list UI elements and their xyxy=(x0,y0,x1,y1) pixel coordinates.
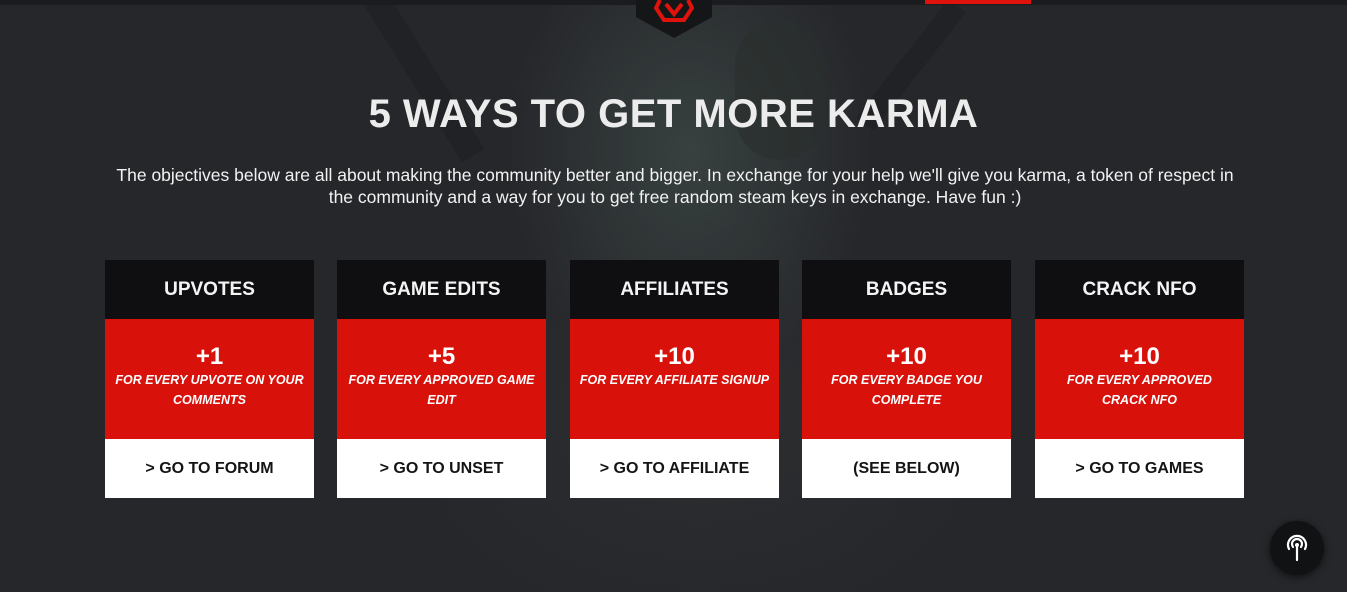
card-description: FOR EVERY BADGE YOU COMPLETE xyxy=(831,373,982,407)
hex-logo-icon[interactable] xyxy=(646,0,702,24)
go-to-forum-link[interactable]: > GO TO FORUM xyxy=(105,439,314,498)
broadcast-icon xyxy=(1286,534,1308,562)
card-title: CRACK NFO xyxy=(1035,260,1244,319)
intro-text: The objectives below are all about makin… xyxy=(116,165,1234,207)
go-to-games-link[interactable]: > GO TO GAMES xyxy=(1035,439,1244,498)
card-reward: +10 FOR EVERY AFFILIATE SIGNUP xyxy=(570,319,779,439)
card-game-edits: GAME EDITS +5 FOR EVERY APPROVED GAME ED… xyxy=(337,260,546,498)
go-to-unset-link[interactable]: > GO TO UNSET xyxy=(337,439,546,498)
card-reward: +10 FOR EVERY BADGE YOU COMPLETE xyxy=(802,319,1011,439)
active-nav-indicator xyxy=(925,0,1031,4)
see-below-link[interactable]: (SEE BELOW) xyxy=(802,439,1011,498)
background-soldier xyxy=(735,20,825,160)
card-reward: +5 FOR EVERY APPROVED GAME EDIT xyxy=(337,319,546,439)
go-to-affiliate-link[interactable]: > GO TO AFFILIATE xyxy=(570,439,779,498)
background-rifle-left xyxy=(361,0,485,163)
card-points: +10 xyxy=(1119,343,1160,370)
card-reward: +1 FOR EVERY UPVOTE ON YOUR COMMENTS xyxy=(105,319,314,439)
card-badges: BADGES +10 FOR EVERY BADGE YOU COMPLETE … xyxy=(802,260,1011,498)
card-title: AFFILIATES xyxy=(570,260,779,319)
card-title: BADGES xyxy=(802,260,1011,319)
card-upvotes: UPVOTES +1 FOR EVERY UPVOTE ON YOUR COMM… xyxy=(105,260,314,498)
card-title: GAME EDITS xyxy=(337,260,546,319)
card-points: +10 xyxy=(886,343,927,370)
card-description: FOR EVERY UPVOTE ON YOUR COMMENTS xyxy=(115,373,304,407)
card-points: +1 xyxy=(195,343,224,370)
card-title: UPVOTES xyxy=(105,260,314,319)
card-points: +5 xyxy=(427,343,456,370)
card-points: +10 xyxy=(654,343,695,370)
page-title: 5 WAYS TO GET MORE KARMA xyxy=(368,92,979,136)
broadcast-button[interactable] xyxy=(1270,521,1324,575)
card-reward: +10 FOR EVERY APPROVED CRACK NFO xyxy=(1035,319,1244,439)
card-description: FOR EVERY APPROVED CRACK NFO xyxy=(1067,373,1212,407)
page: 5 WAYS TO GET MORE KARMA The objectives … xyxy=(0,0,1347,592)
card-affiliates: AFFILIATES +10 FOR EVERY AFFILIATE SIGNU… xyxy=(570,260,779,498)
card-crack-nfo: CRACK NFO +10 FOR EVERY APPROVED CRACK N… xyxy=(1035,260,1244,498)
card-description: FOR EVERY APPROVED GAME EDIT xyxy=(348,373,535,407)
card-description: FOR EVERY AFFILIATE SIGNUP xyxy=(579,373,770,387)
karma-cards: UPVOTES +1 FOR EVERY UPVOTE ON YOUR COMM… xyxy=(105,260,1245,498)
